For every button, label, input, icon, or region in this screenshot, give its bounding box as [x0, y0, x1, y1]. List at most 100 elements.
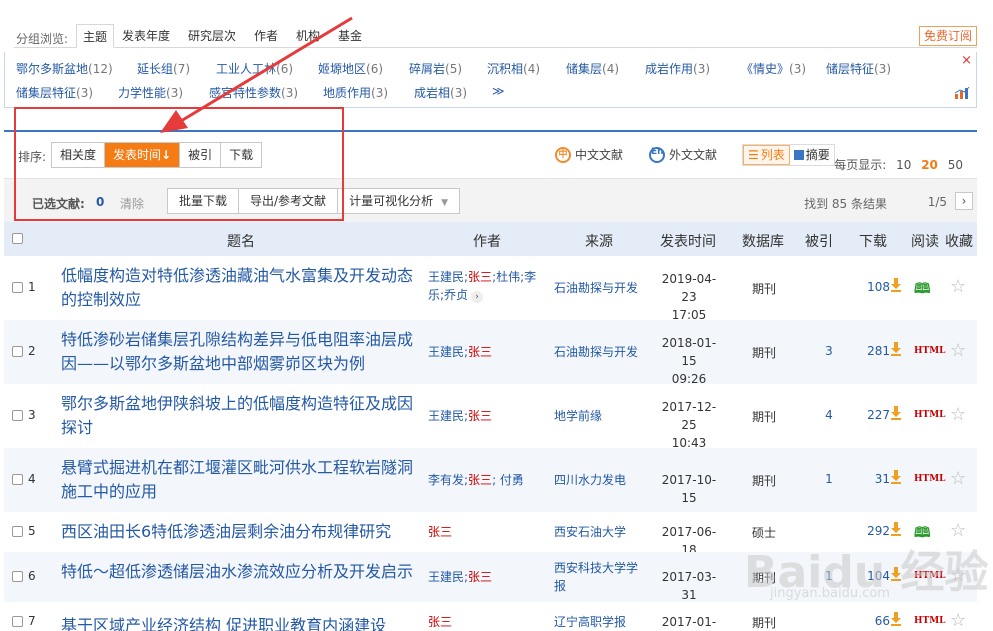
facet-item[interactable]: 碎屑岩(5): [409, 60, 462, 77]
chart-icon[interactable]: [954, 86, 970, 100]
subscribe-button[interactable]: 免费订阅: [918, 26, 977, 46]
sort-citation-button[interactable]: 被引: [180, 143, 222, 167]
row-checkbox[interactable]: [12, 526, 23, 537]
col-database[interactable]: 数据库: [742, 231, 784, 251]
download-icon[interactable]: [890, 567, 902, 581]
col-author[interactable]: 作者: [473, 231, 501, 251]
row-source-link[interactable]: 辽宁高职学报: [554, 613, 648, 631]
list-view-button[interactable]: ☰ 列表: [743, 145, 790, 165]
author-link[interactable]: 王建民;: [428, 270, 468, 284]
row-checkbox[interactable]: [12, 410, 23, 421]
row-title-link[interactable]: 西区油田长6特低渗透油层剩余油分布规律研究: [61, 520, 419, 544]
row-title-link[interactable]: 悬臂式掘进机在都江堰灌区毗河供水工程软岩隧洞施工中的应用: [61, 456, 419, 504]
facet-item[interactable]: 鄂尔多斯盆地(12): [16, 60, 113, 77]
row-source-link[interactable]: 四川水力发电: [554, 471, 648, 489]
col-date[interactable]: 发表时间: [660, 231, 716, 251]
per-page-50[interactable]: 50: [948, 158, 963, 172]
read-html-link[interactable]: HTML: [914, 571, 946, 581]
author-highlight-link[interactable]: 张三: [428, 615, 452, 629]
author-highlight-link[interactable]: 张三: [468, 409, 492, 423]
facet-item[interactable]: 姬塬地区(6): [318, 60, 383, 77]
sort-relevance-button[interactable]: 相关度: [52, 143, 106, 167]
facet-item[interactable]: 沉积相(4): [487, 60, 540, 77]
favorite-star-icon[interactable]: ☆: [950, 565, 966, 586]
facet-item[interactable]: 地质作用(3): [323, 84, 388, 101]
tab-institution[interactable]: 机构: [290, 24, 326, 48]
visual-analysis-dropdown[interactable]: 计量可视化分析 ▼: [338, 189, 459, 213]
row-title-link[interactable]: 鄂尔多斯盆地伊陕斜坡上的低幅度构造特征及成因探讨: [61, 392, 419, 440]
row-source-link[interactable]: 石油勘探与开发: [554, 279, 648, 297]
row-source-link[interactable]: 地学前缘: [554, 407, 648, 425]
facet-item[interactable]: 《情史》(3): [741, 60, 806, 77]
facet-item[interactable]: 成岩相(3): [414, 84, 467, 101]
chinese-literature-button[interactable]: 中 中文文献: [555, 146, 623, 163]
row-title-link[interactable]: 特低～超低渗透储层油水渗流效应分析及开发启示: [61, 560, 419, 584]
col-source[interactable]: 来源: [585, 231, 613, 251]
row-title-link[interactable]: 低幅度构造对特低渗透油藏油气水富集及开发动态的控制效应: [61, 264, 419, 312]
download-icon[interactable]: [890, 278, 902, 292]
download-icon[interactable]: [890, 342, 902, 356]
author-link[interactable]: ; 付勇: [492, 473, 524, 487]
sort-date-button[interactable]: 发表时间↓: [105, 143, 181, 167]
tab-topic[interactable]: 主题: [76, 24, 115, 48]
row-source-link[interactable]: 西安石油大学: [554, 523, 648, 541]
favorite-star-icon[interactable]: ☆: [950, 340, 966, 361]
author-link[interactable]: 王建民;: [428, 570, 468, 584]
facet-item[interactable]: 感官特性参数(3): [209, 84, 298, 101]
abstract-view-button[interactable]: 摘要: [790, 145, 834, 165]
facet-more-button[interactable]: ≫: [492, 84, 505, 98]
row-cited-count[interactable]: 1: [822, 472, 836, 486]
row-cited-count[interactable]: 1: [822, 569, 836, 583]
author-highlight-link[interactable]: 张三: [428, 525, 452, 539]
row-download-count[interactable]: 281: [862, 344, 890, 358]
foreign-literature-button[interactable]: En 外文文献: [649, 146, 717, 163]
favorite-star-icon[interactable]: ☆: [950, 520, 966, 541]
facet-item[interactable]: 储集层特征(3): [16, 84, 93, 101]
row-source-link[interactable]: 石油勘探与开发: [554, 343, 648, 361]
more-authors-icon[interactable]: ›: [471, 291, 484, 303]
row-source-link[interactable]: 西安科技大学学报: [554, 559, 648, 595]
author-highlight-link[interactable]: 张三: [468, 270, 492, 284]
row-cited-count[interactable]: 3: [822, 344, 836, 358]
sort-download-button[interactable]: 下载: [221, 143, 262, 167]
favorite-star-icon[interactable]: ☆: [950, 468, 966, 489]
facet-item[interactable]: 延长组(7): [137, 60, 190, 77]
tab-research-level[interactable]: 研究层次: [182, 24, 242, 48]
row-download-count[interactable]: 66: [862, 614, 890, 628]
author-link[interactable]: 王建民;: [428, 345, 468, 359]
export-reference-button[interactable]: 导出/参考文献: [239, 189, 339, 213]
facet-item[interactable]: 工业人工林(6): [216, 60, 293, 77]
tab-year[interactable]: 发表年度: [116, 24, 176, 48]
read-html-link[interactable]: HTML: [914, 410, 946, 420]
read-html-link[interactable]: HTML: [914, 616, 946, 626]
row-download-count[interactable]: 31: [862, 472, 890, 486]
author-link[interactable]: 李有发;: [428, 473, 468, 487]
facet-item[interactable]: 力学性能(3): [118, 84, 183, 101]
row-title-link[interactable]: 基于区域产业经济结构 促进职业教育内涵建设: [61, 614, 419, 631]
read-html-link[interactable]: HTML: [914, 474, 946, 484]
per-page-20[interactable]: 20: [921, 158, 938, 172]
author-highlight-link[interactable]: 张三: [468, 570, 492, 584]
next-page-button[interactable]: ›: [955, 192, 973, 210]
row-checkbox[interactable]: [12, 346, 23, 357]
facet-item[interactable]: 成岩作用(3): [645, 60, 710, 77]
download-icon[interactable]: [890, 406, 902, 420]
read-html-link[interactable]: HTML: [914, 346, 946, 356]
per-page-10[interactable]: 10: [896, 158, 911, 172]
row-download-count[interactable]: 292: [862, 524, 890, 538]
close-icon[interactable]: ×: [961, 53, 972, 68]
row-download-count[interactable]: 108: [862, 280, 890, 294]
row-download-count[interactable]: 104: [862, 569, 890, 583]
favorite-star-icon[interactable]: ☆: [950, 610, 966, 631]
favorite-star-icon[interactable]: ☆: [950, 276, 966, 297]
download-icon[interactable]: [890, 612, 902, 626]
clear-button[interactable]: 清除: [120, 195, 144, 212]
download-icon[interactable]: [890, 470, 902, 484]
author-highlight-link[interactable]: 张三: [468, 473, 492, 487]
col-title[interactable]: 题名: [227, 231, 255, 251]
facet-item[interactable]: 储集层(4): [566, 60, 619, 77]
batch-download-button[interactable]: 批量下载: [168, 189, 240, 213]
row-cited-count[interactable]: 4: [822, 408, 836, 422]
download-icon[interactable]: [890, 522, 902, 536]
tab-fund[interactable]: 基金: [332, 24, 368, 48]
